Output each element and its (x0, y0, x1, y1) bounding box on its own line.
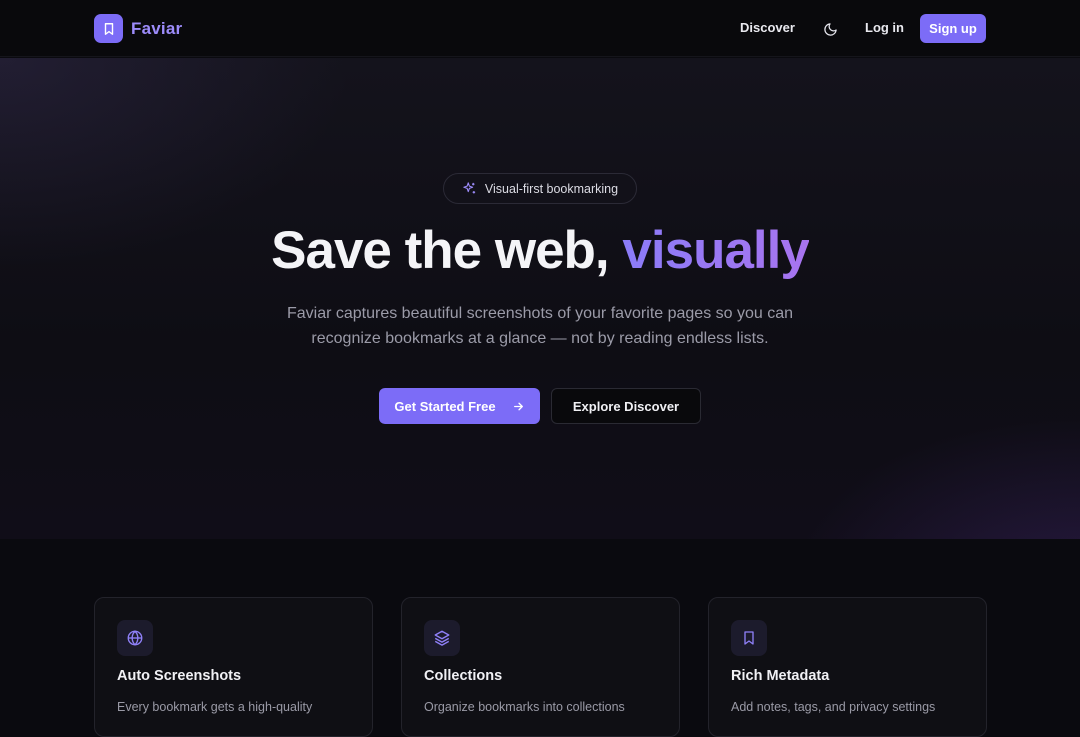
top-navbar: Faviar Discover Log in Sign up (0, 0, 1080, 57)
headline-text: Save the web, (271, 221, 623, 280)
feature-card-auto-screenshots: Auto Screenshots Every bookmark gets a h… (94, 597, 373, 737)
card-description: Organize bookmarks into collections (424, 700, 625, 714)
globe-icon (117, 620, 153, 656)
moon-icon[interactable] (820, 19, 840, 39)
headline-accent: visually (622, 221, 809, 280)
feature-card-rich-metadata: Rich Metadata Add notes, tags, and priva… (708, 597, 987, 737)
get-started-button[interactable]: Get Started Free (379, 388, 540, 424)
nav-discover-link[interactable]: Discover (740, 20, 795, 35)
feature-badge: Visual-first bookmarking (443, 173, 637, 204)
card-description: Add notes, tags, and privacy settings (731, 700, 936, 714)
card-title: Auto Screenshots (117, 668, 242, 684)
feature-card-collections: Collections Organize bookmarks into coll… (401, 597, 680, 737)
card-title: Collections (424, 668, 503, 684)
bookmark-icon (731, 620, 767, 656)
sparkles-icon (462, 181, 477, 196)
card-description: Every bookmark gets a high-quality (117, 700, 313, 714)
bookmark-logo-icon (94, 14, 123, 43)
login-link[interactable]: Log in (865, 20, 904, 35)
hero-headline: Save the web, visually (0, 220, 1080, 281)
brand-home-link[interactable]: Faviar (94, 14, 182, 43)
hero-subtext: Faviar captures beautiful screenshots of… (286, 305, 794, 347)
signup-button[interactable]: Sign up (920, 14, 986, 43)
card-title: Rich Metadata (731, 668, 830, 684)
hero-section: Visual-first bookmarking Save the web, v… (0, 58, 1080, 539)
badge-label: Visual-first bookmarking (484, 181, 619, 196)
explore-discover-button[interactable]: Explore Discover (551, 388, 701, 424)
arrow-right-icon (512, 400, 525, 413)
layers-icon (424, 620, 460, 656)
brand-name: Faviar (131, 18, 183, 38)
get-started-label: Get Started Free (394, 398, 496, 414)
